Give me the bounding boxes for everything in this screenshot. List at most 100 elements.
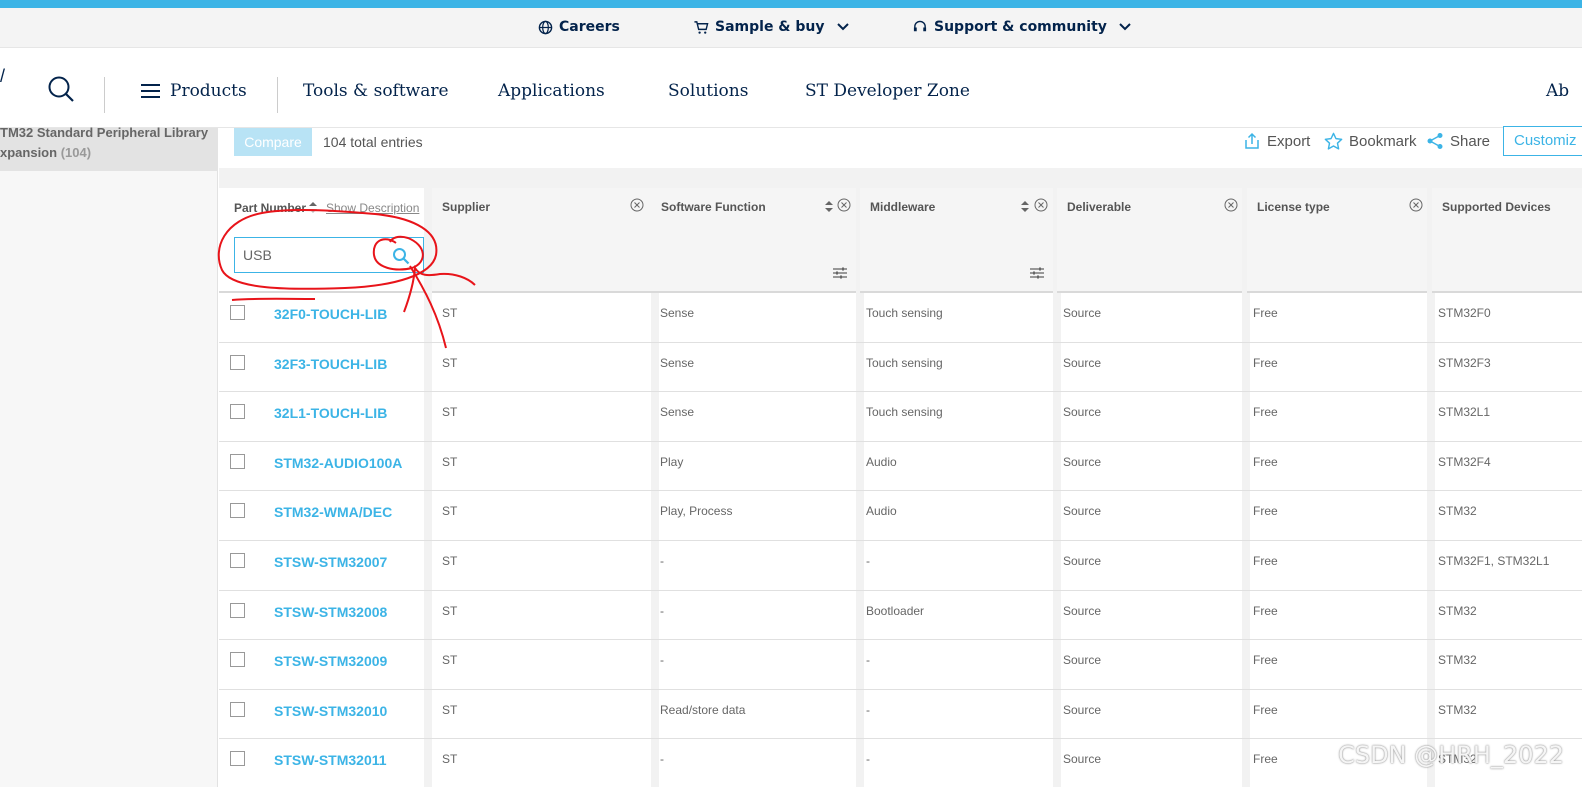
row-select-checkbox[interactable]	[230, 553, 245, 568]
cell-license-type: Free	[1253, 702, 1278, 717]
nav-applications[interactable]: Applications	[498, 81, 605, 101]
row-select-checkbox[interactable]	[230, 652, 245, 668]
cell-deliverable: Source	[1063, 752, 1102, 767]
filter-count: (104)	[60, 145, 92, 160]
remove-column-icon[interactable]	[1034, 198, 1048, 212]
part-number-link[interactable]: STSW-STM32010	[274, 703, 387, 719]
row-select-checkbox[interactable]	[230, 701, 245, 717]
row-select-checkbox[interactable]	[230, 354, 245, 370]
hamburger-menu-icon	[141, 84, 160, 98]
part-number-link[interactable]: STSW-STM32007	[274, 554, 387, 570]
search-icon	[48, 76, 74, 102]
column-header-supported-devices: Supported Devices	[1432, 188, 1582, 293]
part-number-header[interactable]: Part Number	[234, 201, 306, 215]
remove-column-icon[interactable]	[1224, 198, 1238, 212]
careers-link[interactable]: Careers	[538, 19, 620, 35]
show-description-link[interactable]: Show Description	[326, 201, 419, 215]
part-search-submit-button[interactable]	[392, 247, 410, 270]
bookmark-label: Bookmark	[1349, 132, 1417, 150]
sort-icon[interactable]	[309, 202, 317, 213]
row-select-checkbox[interactable]	[230, 305, 245, 320]
cell-deliverable: Source	[1063, 554, 1102, 568]
table-row: STM32-AUDIO100A ST Play Audio Source Free STM3…	[219, 442, 1582, 492]
cell-middleware: Touch sensing	[866, 306, 943, 320]
cell-license-type: Free	[1253, 504, 1278, 519]
remove-column-icon[interactable]	[837, 198, 851, 212]
share-label: Share	[1450, 132, 1491, 150]
part-number-link[interactable]: 32F0-TOUCH-LIB	[274, 306, 387, 322]
cell-software-function: Sense	[660, 306, 695, 320]
cell-deliverable: Source	[1063, 603, 1102, 618]
part-number-link[interactable]: 32F3-TOUCH-LIB	[274, 356, 387, 372]
column-header-license-type: License type	[1247, 188, 1428, 293]
row-select-checkbox[interactable]	[230, 751, 245, 767]
support-community-menu[interactable]: Support & community	[912, 19, 1131, 35]
cart-icon	[694, 20, 709, 34]
cell-deliverable: Source	[1063, 504, 1102, 519]
remove-column-icon[interactable]	[630, 198, 644, 212]
cell-software-function: Play, Process	[660, 504, 733, 519]
cell-supported-devices: STM32F3	[1438, 355, 1491, 370]
nav-about[interactable]: Ab	[1546, 81, 1569, 101]
sort-icon[interactable]	[825, 201, 833, 212]
cell-license-type: Free	[1253, 603, 1278, 618]
nav-st-developer-zone[interactable]: ST Developer Zone	[805, 81, 970, 101]
compare-button[interactable]: Compare	[234, 128, 312, 156]
cell-supplier: ST	[442, 504, 458, 519]
site-search-button[interactable]	[47, 75, 75, 108]
bookmark-button[interactable]: Bookmark	[1324, 132, 1417, 150]
cell-supplier: ST	[442, 306, 458, 320]
row-select-checkbox[interactable]	[230, 602, 245, 618]
column-header-middleware: Middleware	[860, 188, 1055, 293]
top-accent-stripe	[0, 0, 1582, 8]
part-number-link[interactable]: STSW-STM32008	[274, 604, 387, 620]
cell-middleware: Audio	[866, 504, 897, 519]
cell-supplier: ST	[442, 355, 458, 370]
nav-divider	[277, 77, 278, 113]
nav-products[interactable]: Products	[141, 81, 247, 101]
cell-middleware: -	[866, 752, 870, 767]
row-select-checkbox[interactable]	[230, 503, 245, 519]
cell-license-type: Free	[1253, 752, 1278, 767]
cell-middleware: Audio	[866, 454, 897, 469]
part-number-link[interactable]: STM32-AUDIO100A	[274, 455, 402, 471]
column-filter-icon[interactable]	[1030, 267, 1044, 279]
part-number-link[interactable]: STSW-STM32009	[274, 653, 387, 669]
part-number-search-input[interactable]	[235, 238, 385, 272]
remove-column-icon[interactable]	[1409, 198, 1423, 212]
part-number-link[interactable]: STM32-WMA/DEC	[274, 504, 392, 520]
column-filter-icon[interactable]	[833, 267, 847, 279]
nav-tools-software[interactable]: Tools & software	[303, 81, 449, 101]
nav-divider	[104, 77, 105, 113]
cell-supported-devices: STM32F0	[1438, 306, 1491, 320]
supplier-header: Supplier	[442, 200, 491, 214]
active-filter-item[interactable]: TM32 Standard Peripheral Library xpansio…	[0, 125, 218, 171]
customize-button[interactable]: Customiz	[1503, 126, 1582, 156]
cell-software-function: Read/store data	[660, 702, 746, 717]
cell-supplier: ST	[442, 653, 458, 668]
part-number-link[interactable]: STSW-STM32011	[274, 752, 387, 768]
cell-license-type: Free	[1253, 653, 1278, 668]
cell-supplier: ST	[442, 752, 458, 767]
export-label: Export	[1267, 132, 1311, 150]
row-select-checkbox[interactable]	[230, 453, 245, 469]
share-button[interactable]: Share	[1426, 132, 1490, 150]
part-number-link[interactable]: 32L1-TOUCH-LIB	[274, 405, 387, 421]
search-icon	[393, 248, 410, 265]
table-row: STM32-WMA/DEC ST Play, Process Audio Source F…	[219, 491, 1582, 541]
cell-deliverable: Source	[1063, 355, 1102, 370]
cell-software-function: -	[660, 653, 664, 668]
cell-supported-devices: STM32L1	[1438, 405, 1491, 420]
table-row: STSW-STM32010 ST Read/store data - Source Fre…	[219, 690, 1582, 740]
cell-license-type: Free	[1253, 405, 1278, 420]
sample-buy-menu[interactable]: Sample & buy	[693, 19, 849, 35]
cell-supported-devices: STM32	[1438, 702, 1477, 717]
export-button[interactable]: Export	[1243, 132, 1310, 150]
row-select-checkbox[interactable]	[230, 404, 245, 420]
nav-solutions[interactable]: Solutions	[668, 81, 748, 101]
sort-icon[interactable]	[1021, 201, 1029, 212]
nav-logo-fragment: /	[0, 66, 6, 86]
star-icon	[1324, 132, 1343, 150]
cell-software-function: Sense	[660, 405, 695, 420]
headset-icon	[913, 20, 927, 31]
